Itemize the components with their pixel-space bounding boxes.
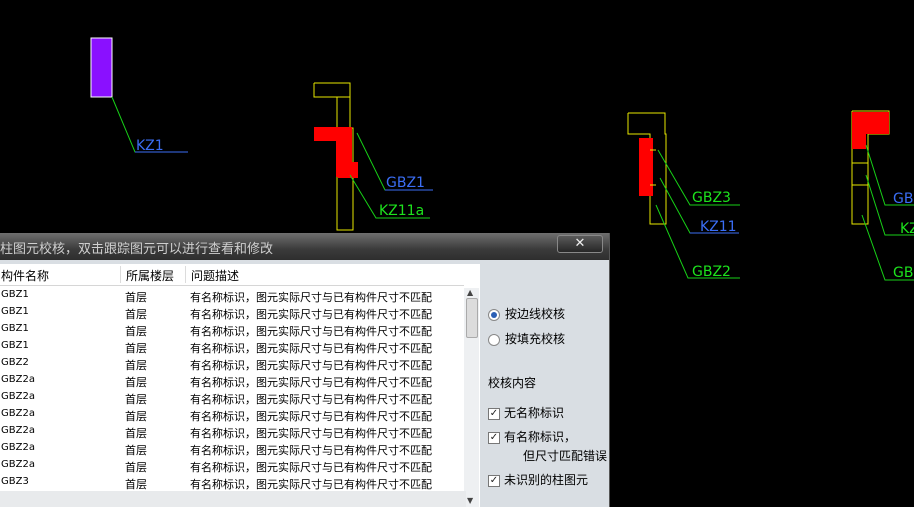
table-row[interactable]: GBZ1 首层 有名称标识，图元实际尺寸与已有构件尺寸不匹配 [0, 322, 464, 339]
cell-description: 有名称标识，图元实际尺寸与已有构件尺寸不匹配 [190, 342, 432, 355]
cell-description: 有名称标识，图元实际尺寸与已有构件尺寸不匹配 [190, 410, 432, 423]
horizontal-scrollbar[interactable] [0, 491, 466, 507]
checkbox-label: 未识别的柱图元 [504, 473, 589, 487]
cell-floor: 首层 [125, 308, 147, 321]
radio-check-by-fill[interactable]: 按填充校核 [488, 330, 565, 347]
checkbox-no-name[interactable]: ✓ 无名称标识 [488, 404, 564, 421]
cell-description: 有名称标识，图元实际尺寸与已有构件尺寸不匹配 [190, 291, 432, 304]
column-gbz3-fill[interactable] [639, 138, 653, 196]
vertical-scrollbar[interactable]: ▲ ▼ [464, 288, 479, 507]
cell-component-name: GBZ1 [1, 289, 29, 300]
checkbox-unrecognized[interactable]: ✓ 未识别的柱图元 [488, 471, 588, 488]
close-button[interactable]: ✕ [557, 235, 603, 253]
cell-floor: 首层 [125, 478, 147, 491]
scroll-down-icon[interactable]: ▼ [467, 496, 473, 505]
scrollbar-thumb[interactable] [466, 298, 478, 338]
radio-label: 按填充校核 [505, 332, 566, 346]
table-row[interactable]: GBZ2a 首层 有名称标识，图元实际尺寸与已有构件尺寸不匹配 [0, 441, 464, 458]
cell-floor: 首层 [125, 461, 147, 474]
cell-component-name: GBZ1 [1, 340, 29, 351]
scroll-up-icon[interactable]: ▲ [467, 288, 473, 297]
checkbox-checked-icon[interactable]: ✓ [488, 431, 500, 444]
cell-component-name: GBZ2a [1, 425, 35, 436]
cell-floor: 首层 [125, 444, 147, 457]
column-check-dialog: 柱图元校核，双击跟踪图元可以进行查看和修改 ✕ 构件名称 所属楼层 问题描述 G… [0, 233, 610, 507]
table-row[interactable]: GBZ2a 首层 有名称标识，图元实际尺寸与已有构件尺寸不匹配 [0, 458, 464, 475]
cell-component-name: GBZ2 [1, 357, 29, 368]
cell-component-name: GBZ2a [1, 442, 35, 453]
table-row[interactable]: GBZ2a 首层 有名称标识，图元实际尺寸与已有构件尺寸不匹配 [0, 373, 464, 390]
table-rows: GBZ1 首层 有名称标识，图元实际尺寸与已有构件尺寸不匹配 GBZ1 首层 有名称标识，… [0, 288, 464, 492]
cell-component-name: GBZ2a [1, 391, 35, 402]
cell-description: 有名称标识，图元实际尺寸与已有构件尺寸不匹配 [190, 444, 432, 457]
cell-floor: 首层 [125, 342, 147, 355]
dialog-body: 构件名称 所属楼层 问题描述 GBZ1 首层 有名称标识，图元实际尺寸与已有构件尺寸… [0, 260, 609, 507]
checkbox-checked-icon[interactable]: ✓ [488, 474, 500, 487]
checkbox-has-name-size-mismatch[interactable]: ✓ 有名称标识， [488, 428, 576, 445]
table-row[interactable]: GBZ2a 首层 有名称标识，图元实际尺寸与已有构件尺寸不匹配 [0, 407, 464, 424]
cad-label-gbz-partial[interactable]: GBZ [893, 191, 914, 207]
cell-floor: 首层 [125, 427, 147, 440]
column-right-fill[interactable] [852, 112, 866, 149]
cell-component-name: GBZ2a [1, 374, 35, 385]
table-row[interactable]: GBZ1 首层 有名称标识，图元实际尺寸与已有构件尺寸不匹配 [0, 305, 464, 322]
column-header-name[interactable]: 构件名称 [1, 267, 49, 284]
cell-floor: 首层 [125, 291, 147, 304]
cell-component-name: GBZ2a [1, 459, 35, 470]
table-header: 构件名称 所属楼层 问题描述 [0, 264, 464, 286]
table-row[interactable]: GBZ2a 首层 有名称标识，图元实际尺寸与已有构件尺寸不匹配 [0, 390, 464, 407]
cell-description: 有名称标识，图元实际尺寸与已有构件尺寸不匹配 [190, 325, 432, 338]
cad-label-gbz2[interactable]: GBZ2 [692, 264, 731, 280]
table-row[interactable]: GBZ2 首层 有名称标识，图元实际尺寸与已有构件尺寸不匹配 [0, 356, 464, 373]
dialog-titlebar[interactable]: 柱图元校核，双击跟踪图元可以进行查看和修改 ✕ [0, 233, 609, 260]
cell-component-name: GBZ1 [1, 306, 29, 317]
column-divider[interactable] [120, 266, 121, 283]
cad-label-gbz1[interactable]: GBZ1 [386, 175, 425, 191]
check-content-heading: 校核内容 [488, 376, 537, 390]
cell-component-name: GBZ1 [1, 323, 29, 334]
dialog-title: 柱图元校核，双击跟踪图元可以进行查看和修改 [0, 242, 274, 257]
table-row[interactable]: GBZ1 首层 有名称标识，图元实际尺寸与已有构件尺寸不匹配 [0, 339, 464, 356]
cell-description: 有名称标识，图元实际尺寸与已有构件尺寸不匹配 [190, 359, 432, 372]
cell-floor: 首层 [125, 410, 147, 423]
cell-floor: 首层 [125, 325, 147, 338]
checkbox-label-continued: 但尺寸匹配错误 [523, 449, 608, 463]
cad-label-kz11a[interactable]: KZ11a [379, 203, 424, 219]
column-divider[interactable] [185, 266, 186, 283]
table-row[interactable]: GBZ2a 首层 有名称标识，图元实际尺寸与已有构件尺寸不匹配 [0, 424, 464, 441]
check-options-panel: 按边线校核 按填充校核 校核内容 ✓ 无名称标识 ✓ 有名称标识， 但尺寸匹配错误 … [483, 264, 607, 507]
cell-description: 有名称标识，图元实际尺寸与已有构件尺寸不匹配 [190, 308, 432, 321]
radio-selected-icon[interactable] [488, 308, 500, 321]
column-kz1-shape[interactable] [90, 37, 113, 98]
cell-floor: 首层 [125, 393, 147, 406]
cell-description: 有名称标识，图元实际尺寸与已有构件尺寸不匹配 [190, 478, 432, 491]
radio-label: 按边线校核 [505, 307, 566, 321]
cell-component-name: GBZ2a [1, 408, 35, 419]
column-gbz1-fill[interactable] [314, 127, 336, 141]
radio-check-by-edge[interactable]: 按边线校核 [488, 305, 565, 322]
cad-label-gb-partial[interactable]: GB [893, 265, 913, 281]
issue-table: 构件名称 所属楼层 问题描述 GBZ1 首层 有名称标识，图元实际尺寸与已有构件尺寸… [0, 264, 480, 507]
checkbox-label: 有名称标识， [504, 430, 577, 444]
cell-description: 有名称标识，图元实际尺寸与已有构件尺寸不匹配 [190, 461, 432, 474]
table-row[interactable]: GBZ3 首层 有名称标识，图元实际尺寸与已有构件尺寸不匹配 [0, 475, 464, 492]
cell-description: 有名称标识，图元实际尺寸与已有构件尺寸不匹配 [190, 393, 432, 406]
cell-floor: 首层 [125, 359, 147, 372]
cell-description: 有名称标识，图元实际尺寸与已有构件尺寸不匹配 [190, 376, 432, 389]
cad-label-gbz3[interactable]: GBZ3 [692, 190, 731, 206]
column-kz11a-fill[interactable] [338, 162, 358, 178]
checkbox-checked-icon[interactable]: ✓ [488, 407, 500, 420]
column-header-floor[interactable]: 所属楼层 [126, 267, 174, 284]
cell-component-name: GBZ3 [1, 476, 29, 487]
cell-description: 有名称标识，图元实际尺寸与已有构件尺寸不匹配 [190, 427, 432, 440]
cad-label-kz-partial[interactable]: KZ [900, 221, 914, 237]
table-row[interactable]: GBZ1 首层 有名称标识，图元实际尺寸与已有构件尺寸不匹配 [0, 288, 464, 305]
cell-floor: 首层 [125, 376, 147, 389]
column-header-description[interactable]: 问题描述 [191, 267, 239, 284]
radio-unselected-icon[interactable] [488, 333, 500, 346]
checkbox-label: 无名称标识 [504, 406, 565, 420]
